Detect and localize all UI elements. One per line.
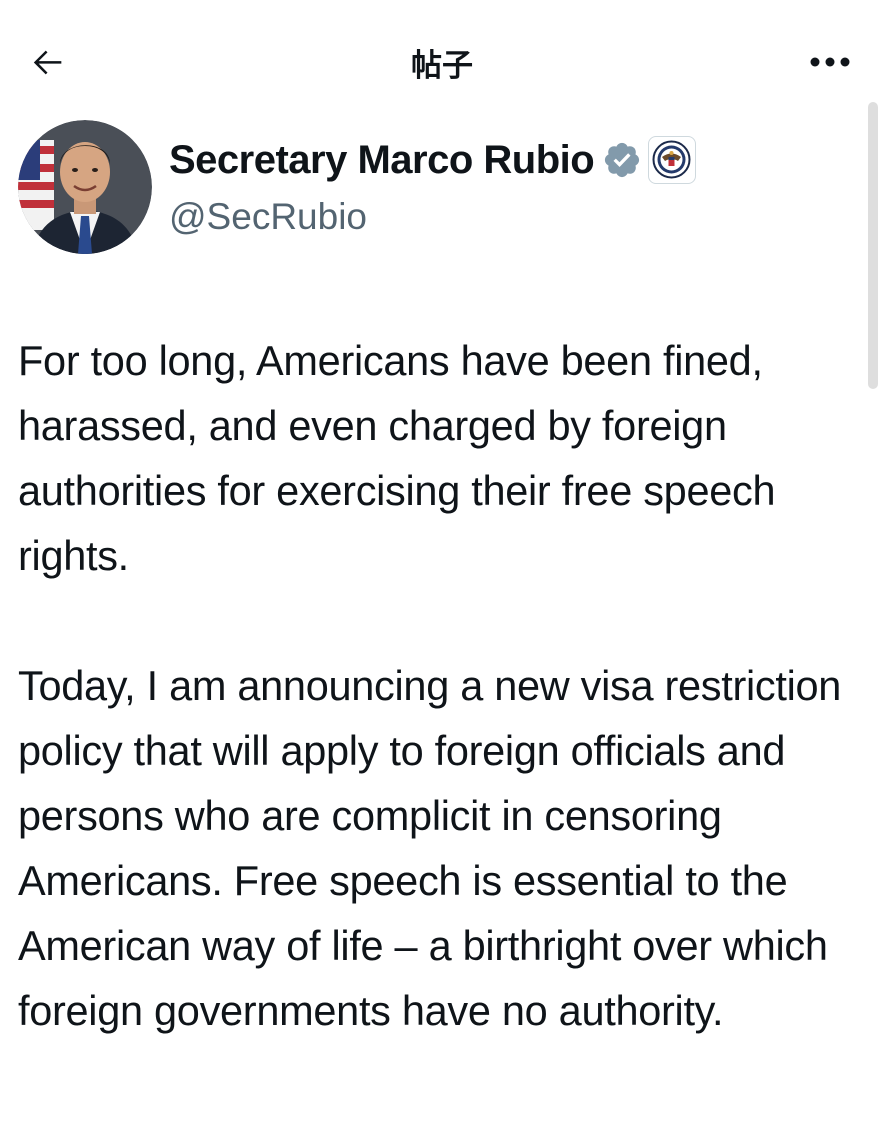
- more-options-button[interactable]: [804, 44, 856, 80]
- tweet-paragraph: Today, I am announcing a new visa restri…: [18, 662, 842, 1034]
- scrollbar[interactable]: [868, 102, 878, 389]
- tweet-author: Secretary Marco Rubio @SecRubio: [18, 118, 858, 258]
- verified-check-icon[interactable]: [602, 140, 642, 180]
- display-name[interactable]: Secretary Marco Rubio: [169, 138, 595, 183]
- avatar[interactable]: [18, 120, 152, 254]
- affiliation-badge[interactable]: [648, 136, 697, 184]
- page-title: 帖子: [411, 48, 473, 84]
- display-name-row: Secretary Marco Rubio: [169, 136, 697, 184]
- state-department-seal-icon: [652, 140, 691, 179]
- tweet-paragraph: For too long, Americans have been fined,…: [18, 337, 776, 579]
- user-handle[interactable]: @SecRubio: [169, 196, 367, 238]
- tweet-text: For too long, Americans have been fined,…: [18, 328, 868, 1043]
- top-navigation-bar: 帖子: [0, 0, 884, 120]
- more-horizontal-icon: [810, 57, 850, 67]
